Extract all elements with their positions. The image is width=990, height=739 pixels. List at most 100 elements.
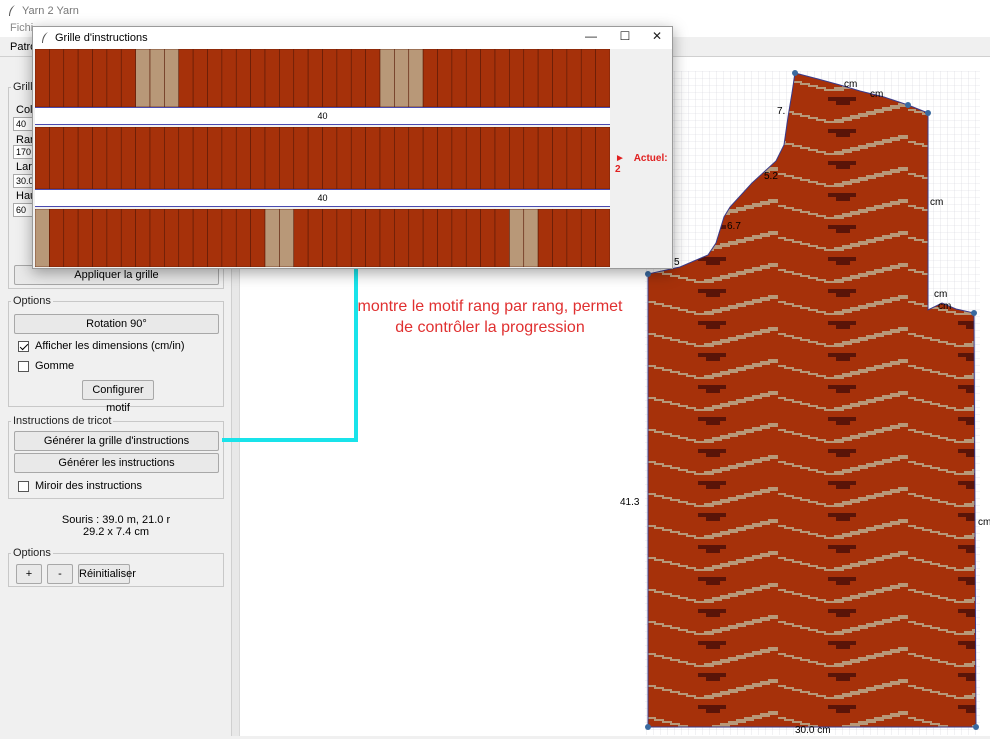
stitch-cell (350, 49, 366, 107)
stitch-cell (494, 49, 510, 107)
stitch-cell (164, 209, 180, 267)
row-separator-2: 40 (35, 189, 610, 207)
stitch-cell (307, 127, 323, 189)
feather-icon (42, 32, 48, 43)
stitch-cell (164, 127, 180, 189)
stitch-cell (264, 49, 280, 107)
stitch-cell (451, 49, 467, 107)
stitch-cell (465, 209, 481, 267)
stitch-cell (35, 49, 50, 107)
stitch-cell (537, 209, 553, 267)
stitch-cell (49, 49, 65, 107)
stitch-cell (365, 49, 381, 107)
instructions-grid-dialog[interactable]: Grille d'instructions — ☐ ✕ 40 40 ► Actu… (32, 26, 673, 269)
stitch-cell (322, 127, 338, 189)
stitch-cell (537, 127, 553, 189)
stitch-cell (494, 127, 510, 189)
stitch-cell (523, 127, 539, 189)
stitch-cell (35, 209, 50, 267)
stitch-cell (365, 127, 381, 189)
stitch-cell (63, 127, 79, 189)
stitch-cell (480, 49, 496, 107)
grid-row-current (35, 127, 610, 189)
stitch-cell (422, 209, 438, 267)
stitch-cell (207, 209, 223, 267)
stitch-cell (235, 127, 251, 189)
stitch-cell (566, 49, 582, 107)
stitch-cell (106, 127, 122, 189)
stitch-cell (394, 127, 410, 189)
stitch-cell (77, 49, 93, 107)
stitch-cell (451, 209, 467, 267)
stitch-cell (250, 127, 266, 189)
stitch-cell (92, 209, 108, 267)
stitch-cell (106, 209, 122, 267)
stitch-cell (35, 127, 50, 189)
stitch-cell (322, 49, 338, 107)
stitch-cell (293, 127, 309, 189)
stitch-cell (250, 49, 266, 107)
stitch-cell (164, 49, 180, 107)
stitch-cell (379, 49, 395, 107)
stitch-cell (207, 49, 223, 107)
annotation-text: montre le motif rang par rang, permet de… (357, 298, 623, 336)
stitch-cell (77, 209, 93, 267)
stitch-cell (293, 209, 309, 267)
stitch-cell (192, 49, 208, 107)
stitch-cell (350, 209, 366, 267)
stitch-cell (422, 49, 438, 107)
stitch-cell (106, 49, 122, 107)
stitch-cell (494, 209, 510, 267)
stitch-cell (552, 127, 568, 189)
stitch-cell (437, 49, 453, 107)
stitch-cell (394, 209, 410, 267)
stitch-cell (221, 127, 237, 189)
stitch-cell (77, 127, 93, 189)
stitch-cell (322, 209, 338, 267)
stitch-cell (307, 209, 323, 267)
stitch-cell (293, 49, 309, 107)
stitch-cell (92, 49, 108, 107)
stitch-cell (509, 209, 525, 267)
stitch-cell (264, 209, 280, 267)
stitch-cell (49, 209, 65, 267)
stitch-cell (451, 127, 467, 189)
minimize-icon[interactable]: — (581, 29, 601, 43)
stitch-cell (63, 49, 79, 107)
stitch-cell (408, 49, 424, 107)
arrow-right-icon: ► (615, 153, 625, 164)
stitch-cell (422, 127, 438, 189)
stitch-cell (279, 209, 295, 267)
dialog-title: Grille d'instructions (55, 32, 148, 44)
stitch-cell (437, 209, 453, 267)
stitch-cell (566, 209, 582, 267)
stitch-cell (552, 209, 568, 267)
stitch-cell (235, 209, 251, 267)
stitch-cell (523, 49, 539, 107)
stitch-cell (480, 127, 496, 189)
stitch-cell (120, 49, 136, 107)
stitch-cell (279, 49, 295, 107)
stitch-cell (595, 127, 610, 189)
stitch-cell (365, 209, 381, 267)
close-icon[interactable]: ✕ (647, 29, 667, 43)
stitch-cell (566, 127, 582, 189)
stitch-cell (120, 209, 136, 267)
stitch-cell (135, 209, 151, 267)
row-separator-1: 40 (35, 107, 610, 125)
stitch-cell (408, 209, 424, 267)
stitch-cell (580, 209, 596, 267)
stitch-cell (523, 209, 539, 267)
separator-2-count: 40 (317, 193, 328, 203)
stitch-cell (552, 49, 568, 107)
dialog-title-bar[interactable]: Grille d'instructions (33, 27, 672, 49)
stitch-cell (336, 49, 352, 107)
stitch-cell (221, 209, 237, 267)
stitch-cell (307, 49, 323, 107)
stitch-cell (595, 209, 610, 267)
stitch-cell (336, 209, 352, 267)
stitch-cell (465, 127, 481, 189)
stitch-cell (149, 49, 165, 107)
stitch-cell (178, 127, 194, 189)
maximize-icon[interactable]: ☐ (615, 29, 635, 43)
